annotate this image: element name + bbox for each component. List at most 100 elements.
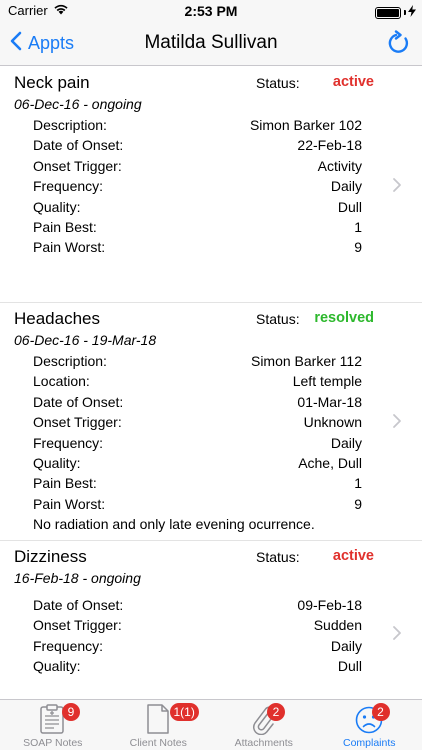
card-header: Dizziness Status: active <box>0 541 422 567</box>
field-row: Description: Simon Barker 102 <box>0 115 422 135</box>
battery-group <box>375 5 416 20</box>
field-value: 09-Feb-18 <box>297 597 362 613</box>
field-value: 1 <box>354 475 362 492</box>
field-row: Onset Trigger: Sudden <box>0 615 422 635</box>
field-label: Onset Trigger: <box>33 414 122 431</box>
tab-badge: 2 <box>267 703 285 721</box>
field-value: Daily <box>330 637 362 654</box>
field-row: Quality: Ache, Dull <box>0 453 422 473</box>
field-value: 9 <box>354 495 362 512</box>
complaint-dates: 06-Dec-16 - 19-Mar-18 <box>14 332 157 348</box>
tab-complaints[interactable]: 2 Complaints <box>317 700 422 750</box>
clock: 2:53 PM <box>184 3 238 19</box>
tab-badge: 9 <box>62 703 80 721</box>
complaint-dates: 16-Feb-18 - ongoing <box>14 570 141 586</box>
field-row: Frequency: Daily <box>0 636 422 656</box>
field-row: Location: Left temple <box>0 371 422 391</box>
chevron-right-icon <box>392 413 402 429</box>
field-label: Date of Onset: <box>33 597 124 613</box>
tab-label: Complaints <box>342 737 396 749</box>
tab-badge: 1(1) <box>169 703 199 721</box>
field-row: Onset Trigger: Activity <box>0 156 422 176</box>
navigation-bar: Appts Matilda Sullivan <box>0 22 422 66</box>
tab-label: Client Notes <box>129 737 187 749</box>
status-bar: Carrier 2:53 PM <box>0 0 422 22</box>
field-row: Date of Onset: 09-Feb-18 <box>0 595 422 615</box>
field-value: Simon Barker 112 <box>250 353 362 369</box>
field-row: Pain Best: 1 <box>0 217 422 237</box>
field-value: Simon Barker 102 <box>249 117 362 133</box>
battery-fill <box>377 8 399 17</box>
field-value: Activity <box>317 157 362 174</box>
field-label: Frequency: <box>33 178 104 195</box>
field-row: Date of Onset: 22-Feb-18 <box>0 135 422 155</box>
tab-label: Attachments <box>234 737 293 749</box>
field-value: Left temple <box>292 373 362 390</box>
status-badge: active <box>332 548 374 564</box>
status-label: Status: <box>256 75 300 91</box>
tab-client-notes[interactable]: 1(1) Client Notes <box>106 700 212 750</box>
field-label: Description: <box>33 353 107 369</box>
field-label: Onset Trigger: <box>33 157 122 174</box>
complaint-card-dizziness[interactable]: Dizziness Status: active 16-Feb-18 - ong… <box>0 541 422 699</box>
status-badge: active <box>332 74 374 90</box>
field-value: 22-Feb-18 <box>297 137 362 154</box>
tab-bar: 9 SOAP Notes 1(1) Client Notes 2 Attachm… <box>0 699 422 750</box>
chevron-right-icon <box>392 177 402 193</box>
field-value: 9 <box>354 239 362 256</box>
field-value: Unknown <box>303 414 362 431</box>
field-label: Frequency: <box>33 637 104 654</box>
status-label: Status: <box>256 311 300 327</box>
complaints-list: Neck pain Status: active 06-Dec-16 - ong… <box>0 67 422 699</box>
field-label: Pain Best: <box>33 475 97 492</box>
status-label: Status: <box>256 549 300 565</box>
field-value: Dull <box>337 658 362 675</box>
page-title: Matilda Sullivan <box>144 32 278 53</box>
charging-bolt-icon <box>408 5 416 20</box>
tab-badge: 2 <box>371 703 390 721</box>
chevron-right-icon <box>392 625 402 641</box>
field-label: Pain Best: <box>33 218 97 235</box>
complaint-dates: 06-Dec-16 - ongoing <box>14 96 142 112</box>
field-value: Dull <box>337 198 362 215</box>
field-label: Quality: <box>33 658 81 675</box>
card-header: Neck pain Status: active <box>0 67 422 93</box>
refresh-icon <box>388 30 409 53</box>
complaint-card-neck-pain[interactable]: Neck pain Status: active 06-Dec-16 - ong… <box>0 67 422 303</box>
battery-tip <box>404 10 406 15</box>
status-badge: resolved <box>314 310 374 326</box>
field-label: Quality: <box>33 454 81 471</box>
field-row: Pain Best: 1 <box>0 473 422 493</box>
tab-label: SOAP Notes <box>23 737 83 749</box>
field-row: Quality: Dull <box>0 656 422 676</box>
field-row: Onset Trigger: Unknown <box>0 412 422 432</box>
field-row: Quality: Dull <box>0 197 422 217</box>
field-label: Location: <box>33 373 90 390</box>
complaint-note: No radiation and only late evening ocurr… <box>33 516 315 533</box>
field-label: Onset Trigger: <box>33 617 122 634</box>
field-label: Frequency: <box>33 434 104 451</box>
tab-attachments[interactable]: 2 Attachments <box>211 700 317 750</box>
field-label: Date of Onset: <box>33 393 124 410</box>
field-label: Date of Onset: <box>33 137 124 154</box>
field-row: Pain Worst: 9 <box>0 237 422 257</box>
battery-icon <box>375 6 401 19</box>
field-value: 01-Mar-18 <box>297 393 362 410</box>
card-header: Headaches Status: resolved <box>0 303 422 329</box>
complaint-card-headaches[interactable]: Headaches Status: resolved 06-Dec-16 - 1… <box>0 303 422 541</box>
refresh-button[interactable] <box>386 30 412 56</box>
field-value: Ache, Dull <box>298 454 362 471</box>
field-label: Pain Worst: <box>33 239 106 256</box>
complaint-name: Headaches <box>14 309 101 328</box>
field-label: Pain Worst: <box>33 495 106 512</box>
field-row: Date of Onset: 01-Mar-18 <box>0 392 422 412</box>
field-label: Description: <box>33 117 107 133</box>
complaint-name: Dizziness <box>14 547 87 566</box>
tab-soap-notes[interactable]: 9 SOAP Notes <box>0 700 106 750</box>
field-value: Sudden <box>313 617 362 634</box>
field-value: Daily <box>330 434 362 451</box>
field-label: Quality: <box>33 198 81 215</box>
field-row: Pain Worst: 9 <box>0 494 422 514</box>
field-row: Frequency: Daily <box>0 433 422 453</box>
document-icon <box>143 703 173 735</box>
